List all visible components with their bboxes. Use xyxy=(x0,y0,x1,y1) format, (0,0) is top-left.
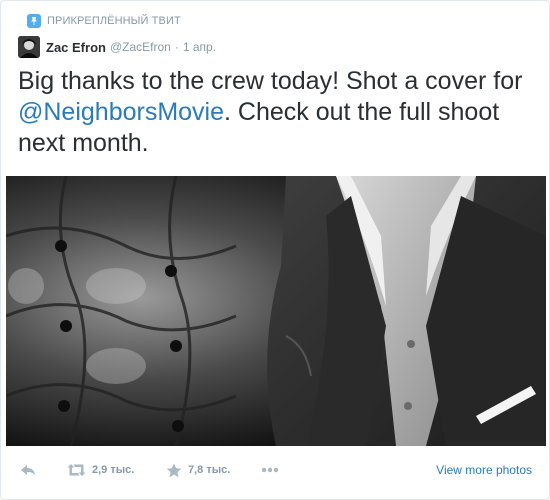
tweet-timestamp[interactable]: 1 апр. xyxy=(183,40,216,54)
star-icon xyxy=(166,463,182,478)
pinned-tweet-label: ПРИКРЕПЛЁННЫЙ ТВИТ xyxy=(27,13,181,29)
retweet-icon xyxy=(67,463,86,477)
tweet-header: Zac Efron @ZacEfron · 1 апр. xyxy=(18,36,216,58)
view-more-photos-link[interactable]: View more photos xyxy=(436,463,532,477)
avatar[interactable] xyxy=(18,36,40,58)
more-icon xyxy=(261,467,279,473)
tweet-actions: 2,9 тыс. 7,8 тыс. View more photos xyxy=(1,456,550,484)
retweet-count: 2,9 тыс. xyxy=(92,464,135,476)
separator-dot: · xyxy=(174,40,179,54)
tweet-text: Big thanks to the crew today! Shot a cov… xyxy=(18,66,538,159)
tweet-text-before: Big thanks to the crew today! Shot a cov… xyxy=(18,67,523,95)
favorite-count: 7,8 тыс. xyxy=(188,464,231,476)
tweet-card[interactable]: ПРИКРЕПЛЁННЫЙ ТВИТ Zac Efron @ZacEfron ·… xyxy=(0,0,550,500)
reply-button[interactable] xyxy=(20,456,36,484)
favorite-button[interactable]: 7,8 тыс. xyxy=(166,456,230,484)
reply-icon xyxy=(20,463,36,477)
more-button[interactable] xyxy=(261,456,279,484)
mention-link[interactable]: @NeighborsMovie xyxy=(18,98,224,126)
author-username[interactable]: @ZacEfron xyxy=(110,40,171,54)
tweet-photo[interactable] xyxy=(6,176,546,446)
pinned-label-text: ПРИКРЕПЛЁННЫЙ ТВИТ xyxy=(47,15,181,27)
author-fullname[interactable]: Zac Efron xyxy=(46,40,106,55)
retweet-button[interactable]: 2,9 тыс. xyxy=(67,456,134,484)
pin-icon xyxy=(27,14,41,28)
